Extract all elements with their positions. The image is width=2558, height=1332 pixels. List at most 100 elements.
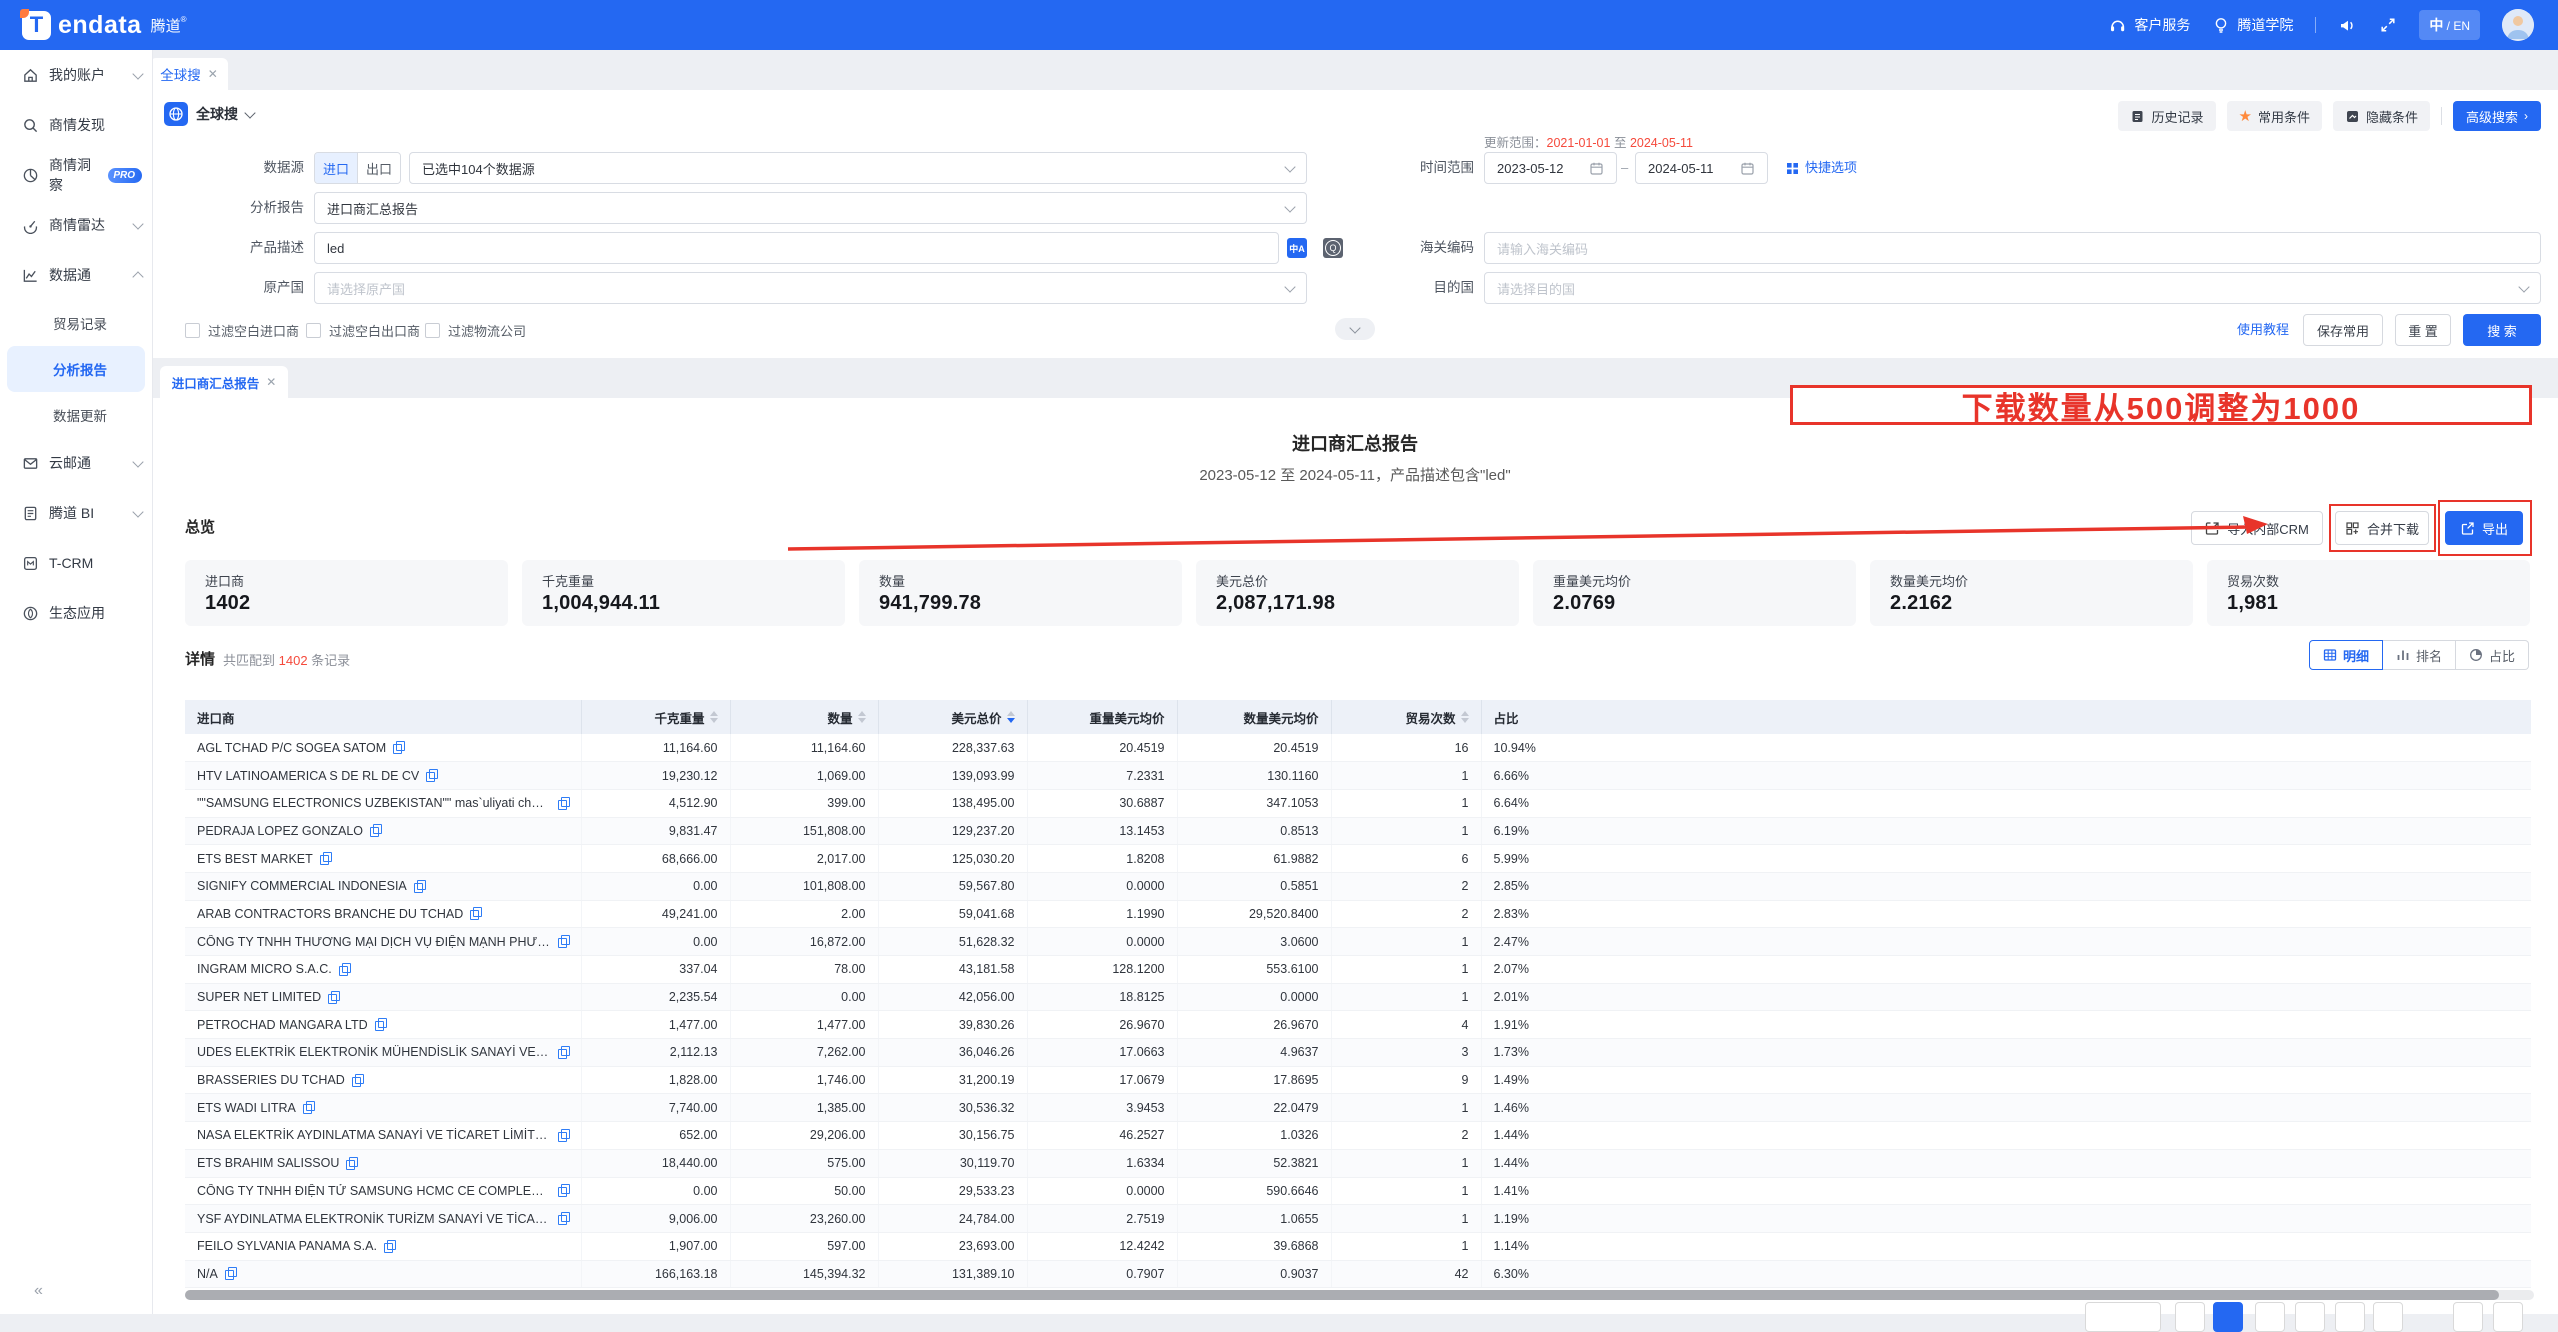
quick-options-link[interactable]: 快捷选项: [1786, 152, 1857, 184]
export-toggle-option[interactable]: 出口: [358, 153, 400, 183]
search-scope-selector[interactable]: 全球搜: [164, 102, 254, 126]
copy-icon[interactable]: [384, 1240, 395, 1253]
save-favorite-button[interactable]: 保存常用: [2303, 314, 2383, 346]
copy-icon[interactable]: [558, 1184, 569, 1197]
origin-country-select[interactable]: 请选择原产国: [314, 272, 1307, 304]
datasource-select[interactable]: 已选中104个数据源: [409, 152, 1307, 184]
importer-name[interactable]: SIGNIFY COMMERCIAL INDONESIA: [197, 879, 407, 893]
announcement-button[interactable]: [2338, 16, 2357, 35]
filters-collapse-toggle[interactable]: [1335, 318, 1375, 340]
column-header-千克重量[interactable]: 千克重量: [581, 700, 730, 734]
customer-service-link[interactable]: 客户服务: [2108, 15, 2190, 35]
copy-icon[interactable]: [225, 1267, 236, 1280]
pagination-button-2[interactable]: [2175, 1302, 2205, 1332]
sidebar-collapse-button[interactable]: «: [34, 1282, 43, 1300]
report-type-select[interactable]: 进口商汇总报告: [314, 192, 1307, 224]
sidebar-item-数据更新[interactable]: 数据更新: [7, 392, 145, 438]
view-明细[interactable]: 明细: [2309, 640, 2383, 670]
view-占比[interactable]: 占比: [2456, 640, 2529, 670]
pagination-current-page[interactable]: [2213, 1302, 2243, 1332]
importer-name[interactable]: FEILO SYLVANIA PANAMA S.A.: [197, 1239, 377, 1253]
copy-icon[interactable]: [393, 741, 404, 754]
checkbox-icon[interactable]: [425, 323, 440, 338]
translate-icon[interactable]: 中A: [1287, 238, 1307, 258]
favorite-conditions-button[interactable]: ★ 常用条件: [2227, 101, 2322, 131]
history-button[interactable]: 历史记录: [2118, 101, 2215, 131]
view-排名[interactable]: 排名: [2383, 640, 2456, 670]
pagination-button-8[interactable]: [2453, 1302, 2483, 1332]
column-header-数量[interactable]: 数量: [730, 700, 878, 734]
filter-checkbox-1[interactable]: 过滤空白进口商: [185, 321, 299, 340]
importer-name[interactable]: PETROCHAD MANGARA LTD: [197, 1018, 368, 1032]
pagination-button-7[interactable]: [2373, 1302, 2403, 1332]
sidebar-item-商情雷达[interactable]: 商情雷达: [0, 200, 152, 250]
sort-icon[interactable]: [1461, 711, 1469, 723]
tab-global-search[interactable]: 全球搜 ✕: [150, 58, 228, 90]
importer-name[interactable]: YSF AYDINLATMA ELEKTRONİK TURİZM SANAYİ …: [197, 1212, 551, 1226]
sidebar-item-数据通[interactable]: 数据通: [0, 250, 152, 300]
column-header-美元总价[interactable]: 美元总价: [878, 700, 1027, 734]
importer-name[interactable]: ETS BEST MARKET: [197, 852, 313, 866]
copy-icon[interactable]: [414, 880, 425, 893]
importer-name[interactable]: HTV LATINOAMERICA S DE RL DE CV: [197, 769, 419, 783]
sidebar-item-分析报告[interactable]: 分析报告: [7, 346, 145, 392]
importer-name[interactable]: UDES ELEKTRİK ELEKTRONİK MÜHENDİSLİK SAN…: [197, 1045, 551, 1059]
pagination-button-6[interactable]: [2335, 1302, 2365, 1332]
copy-icon[interactable]: [558, 1212, 569, 1225]
checkbox-icon[interactable]: [185, 323, 200, 338]
close-icon[interactable]: ✕: [208, 67, 218, 81]
sidebar-item-生态应用[interactable]: 生态应用: [0, 588, 152, 638]
copy-icon[interactable]: [426, 769, 437, 782]
export-button[interactable]: 导出: [2445, 511, 2523, 545]
copy-icon[interactable]: [370, 824, 381, 837]
copy-icon[interactable]: [558, 935, 569, 948]
tutorial-link[interactable]: 使用教程: [2237, 314, 2289, 346]
academy-link[interactable]: 腾道学院: [2212, 15, 2293, 35]
advanced-search-button[interactable]: 高级搜索 ›: [2453, 101, 2541, 131]
import-toggle-option[interactable]: 进口: [315, 153, 357, 183]
user-avatar[interactable]: [2502, 9, 2534, 41]
language-toggle[interactable]: 中 / EN: [2419, 10, 2480, 40]
merge-download-button[interactable]: 合并下载: [2335, 511, 2429, 545]
checkbox-icon[interactable]: [306, 323, 321, 338]
importer-name[interactable]: CÔNG TY TNHH THƯƠNG MẠI DỊCH VỤ ĐIỆN MẠN…: [197, 935, 551, 949]
importer-name[interactable]: NASA ELEKTRİK AYDINLATMA SANAYİ VE TİCAR…: [197, 1128, 551, 1142]
copy-icon[interactable]: [558, 1129, 569, 1142]
sort-icon[interactable]: [858, 711, 866, 723]
copy-icon[interactable]: [339, 963, 350, 976]
importer-name[interactable]: ARAB CONTRACTORS BRANCHE DU TCHAD: [197, 907, 463, 921]
sidebar-item-腾道BI[interactable]: 腾道 BI: [0, 488, 152, 538]
importer-name[interactable]: ""SAMSUNG ELECTRONICS UZBEKISTAN"" mas`u…: [197, 796, 551, 810]
copy-icon[interactable]: [303, 1101, 314, 1114]
hide-conditions-button[interactable]: 隐藏条件: [2333, 101, 2430, 131]
importer-name[interactable]: ETS BRAHIM SALISSOU: [197, 1156, 339, 1170]
copy-icon[interactable]: [375, 1018, 386, 1031]
copy-icon[interactable]: [470, 907, 481, 920]
copy-icon[interactable]: [320, 852, 331, 865]
import-to-crm-button[interactable]: 导入内部CRM: [2191, 511, 2323, 545]
copy-icon[interactable]: [346, 1157, 357, 1170]
pagination-button-5[interactable]: [2295, 1302, 2325, 1332]
copy-icon[interactable]: [558, 1046, 569, 1059]
import-export-toggle[interactable]: 进口 出口: [314, 152, 401, 184]
importer-name[interactable]: INGRAM MICRO S.A.C.: [197, 962, 332, 976]
sidebar-item-商情洞察[interactable]: 商情洞察PRO: [0, 150, 152, 200]
copy-icon[interactable]: [558, 797, 569, 810]
fullscreen-button[interactable]: [2379, 16, 2397, 34]
dest-country-select[interactable]: 请选择目的国: [1484, 272, 2541, 304]
sidebar-item-贸易记录[interactable]: 贸易记录: [7, 300, 145, 346]
pagination-button-9[interactable]: [2493, 1302, 2523, 1332]
tab-importer-report[interactable]: 进口商汇总报告 ✕: [160, 366, 288, 398]
hs-code-input[interactable]: 请输入海关编码: [1484, 232, 2541, 264]
horizontal-scrollbar-thumb[interactable]: [185, 1290, 2499, 1300]
reset-button[interactable]: 重 置: [2395, 314, 2451, 346]
filter-checkbox-3[interactable]: 过滤物流公司: [425, 321, 526, 340]
sidebar-item-商情发现[interactable]: 商情发现: [0, 100, 152, 150]
importer-name[interactable]: AGL TCHAD P/C SOGEA SATOM: [197, 741, 386, 755]
close-icon[interactable]: ✕: [266, 375, 276, 389]
synonym-icon[interactable]: Q: [1323, 238, 1343, 258]
importer-name[interactable]: CÔNG TY TNHH ĐIỆN TỬ SAMSUNG HCMC CE COM…: [197, 1184, 551, 1198]
copy-icon[interactable]: [328, 991, 339, 1004]
date-end-input[interactable]: 2024-05-11: [1635, 152, 1768, 184]
column-header-贸易次数[interactable]: 贸易次数: [1331, 700, 1481, 734]
